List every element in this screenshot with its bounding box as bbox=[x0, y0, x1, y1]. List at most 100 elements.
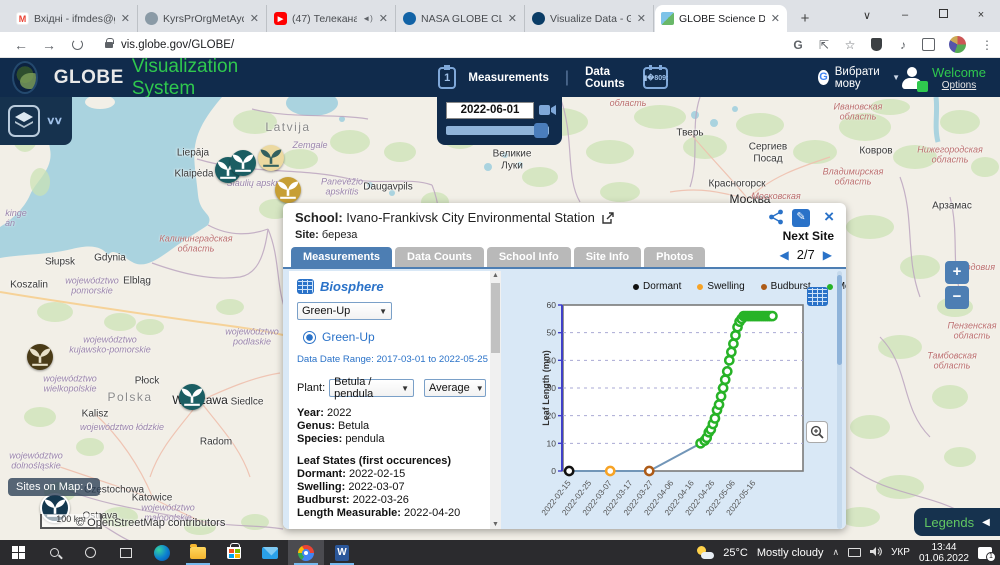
search-icon[interactable] bbox=[36, 540, 72, 565]
edit-icon[interactable]: ✎ bbox=[792, 209, 810, 227]
legend-item-budburst[interactable]: Budburst bbox=[761, 281, 811, 292]
sidebar-icon[interactable] bbox=[922, 38, 935, 51]
edge-icon[interactable] bbox=[144, 540, 180, 565]
reload-icon[interactable] bbox=[72, 39, 83, 50]
tab-audio-icon[interactable]: ◄) bbox=[362, 14, 373, 23]
share-icon[interactable]: ⇱ bbox=[811, 38, 837, 52]
share-icon[interactable] bbox=[768, 209, 784, 230]
browser-tab[interactable]: MВхідні - ifmdes@gma✕ bbox=[10, 5, 138, 32]
chart-scrollbar[interactable] bbox=[837, 271, 842, 529]
chrome-icon[interactable] bbox=[288, 540, 324, 565]
data-point[interactable] bbox=[719, 384, 727, 392]
date-input[interactable]: 2022-06-01 bbox=[446, 102, 534, 119]
data-point[interactable] bbox=[727, 348, 735, 356]
tab-close-icon[interactable]: ✕ bbox=[120, 12, 131, 25]
browser-tab[interactable]: KyrsPrOrgMetAyd-12✕ bbox=[139, 5, 267, 32]
volume-icon[interactable] bbox=[870, 544, 882, 562]
zoom-in-button[interactable]: + bbox=[945, 261, 969, 284]
legends-button[interactable]: Legends ◀ bbox=[914, 508, 1000, 536]
window-minimize-icon[interactable]: – bbox=[886, 9, 924, 21]
keyboard-language[interactable]: УКР bbox=[891, 547, 910, 558]
legend-item-swelling[interactable]: Swelling bbox=[697, 281, 744, 292]
profile-avatar[interactable] bbox=[949, 36, 966, 53]
weather-temp[interactable]: 25°C bbox=[723, 547, 748, 559]
nav-data-counts[interactable]: Data Counts bbox=[585, 66, 631, 90]
external-link-icon[interactable] bbox=[602, 212, 614, 227]
extension-icon[interactable] bbox=[871, 38, 882, 51]
bookmark-star-icon[interactable]: ☆ bbox=[837, 38, 863, 52]
language-selector[interactable]: Вибрати мову bbox=[835, 66, 886, 90]
forward-icon[interactable]: → bbox=[42, 37, 56, 53]
data-point[interactable] bbox=[731, 331, 739, 339]
url-text[interactable]: vis.globe.gov/GLOBE/ bbox=[121, 39, 785, 51]
site-marker[interactable] bbox=[275, 177, 301, 203]
word-icon[interactable]: W bbox=[324, 540, 360, 565]
zoom-out-button[interactable]: − bbox=[945, 286, 969, 309]
data-point[interactable] bbox=[711, 414, 719, 422]
browser-tab[interactable]: ▶(47) Телеканал 1◄)✕ bbox=[268, 5, 396, 32]
tray-chevron-icon[interactable]: ∧ bbox=[832, 547, 839, 558]
data-point[interactable] bbox=[606, 467, 614, 475]
animation-camera-icon[interactable] bbox=[539, 103, 556, 121]
tab-close-icon[interactable]: ✕ bbox=[249, 12, 260, 25]
tab-close-icon[interactable]: ✕ bbox=[378, 12, 389, 25]
nav-measurements[interactable]: Measurements bbox=[468, 72, 549, 84]
radio-selected-icon[interactable] bbox=[303, 331, 316, 344]
scroll-up-icon[interactable]: ▲ bbox=[490, 272, 501, 279]
window-maximize-icon[interactable] bbox=[924, 9, 962, 21]
data-point[interactable] bbox=[725, 356, 733, 364]
weather-icon[interactable] bbox=[697, 546, 714, 559]
tab-measurements[interactable]: Measurements bbox=[291, 247, 392, 267]
date-slider-handle[interactable] bbox=[534, 123, 548, 138]
data-point[interactable] bbox=[715, 401, 723, 409]
tab-close-icon[interactable]: ✕ bbox=[507, 12, 518, 25]
data-point[interactable] bbox=[645, 467, 653, 475]
browser-tab[interactable]: Visualize Data - GLOB✕ bbox=[526, 5, 654, 32]
site-marker[interactable] bbox=[27, 344, 53, 370]
site-marker[interactable] bbox=[258, 145, 284, 171]
data-point[interactable] bbox=[729, 340, 737, 348]
network-icon[interactable] bbox=[848, 548, 861, 557]
reading-list-icon[interactable]: ♪ bbox=[890, 38, 916, 52]
clock[interactable]: 13:44 01.06.2022 bbox=[919, 542, 969, 564]
data-point[interactable] bbox=[768, 312, 776, 320]
options-link[interactable]: Options bbox=[932, 80, 986, 91]
scrollbar-thumb[interactable] bbox=[491, 283, 500, 353]
translate-icon[interactable]: G bbox=[785, 38, 811, 52]
data-point[interactable] bbox=[565, 467, 573, 475]
layers-icon[interactable] bbox=[8, 105, 40, 137]
browser-tab[interactable]: NASA GLOBE CLOUD✕ bbox=[397, 5, 525, 32]
chevron-down-icon[interactable]: ∨∨ bbox=[46, 115, 61, 128]
weather-text[interactable]: Mostly cloudy bbox=[757, 547, 824, 559]
close-icon[interactable]: × bbox=[824, 207, 834, 227]
microsoft-store-icon[interactable] bbox=[216, 540, 252, 565]
measurements-calendar-icon[interactable]: 1 bbox=[438, 67, 456, 89]
file-explorer-icon[interactable] bbox=[180, 540, 216, 565]
new-tab-button[interactable]: + bbox=[793, 6, 817, 30]
prev-site-icon[interactable]: ◀ bbox=[779, 248, 788, 262]
browser-menu-icon[interactable]: ⋮ bbox=[974, 38, 1000, 52]
language-caret-icon[interactable]: ▼ bbox=[892, 73, 900, 82]
cortana-icon[interactable] bbox=[72, 540, 108, 565]
left-column-scrollbar[interactable]: ▲ ▼ bbox=[490, 271, 501, 529]
data-point[interactable] bbox=[721, 376, 729, 384]
padlock-icon[interactable] bbox=[105, 42, 113, 48]
google-translate-icon[interactable]: G bbox=[818, 70, 828, 85]
osm-attribution[interactable]: © OpenStreetMap contributors bbox=[76, 517, 225, 529]
aggregation-dropdown[interactable]: Average▼ bbox=[424, 379, 486, 397]
mail-icon[interactable] bbox=[252, 540, 288, 565]
scroll-down-icon[interactable]: ▼ bbox=[490, 521, 501, 528]
protocol-dropdown[interactable]: Green-Up▼ bbox=[297, 302, 392, 320]
site-marker[interactable] bbox=[230, 150, 256, 176]
start-button[interactable] bbox=[0, 540, 36, 565]
window-menu-icon[interactable]: ∨ bbox=[848, 9, 886, 22]
data-point[interactable] bbox=[723, 367, 731, 375]
task-view-icon[interactable] bbox=[108, 540, 144, 565]
site-marker[interactable] bbox=[179, 384, 205, 410]
plant-dropdown[interactable]: Betula / pendula▼ bbox=[329, 379, 414, 397]
tab-photos[interactable]: Photos bbox=[644, 247, 705, 267]
tab-data-counts[interactable]: Data Counts bbox=[395, 247, 484, 267]
user-icon[interactable] bbox=[900, 66, 924, 90]
window-close-icon[interactable]: × bbox=[962, 9, 1000, 21]
back-icon[interactable]: ← bbox=[14, 37, 28, 53]
